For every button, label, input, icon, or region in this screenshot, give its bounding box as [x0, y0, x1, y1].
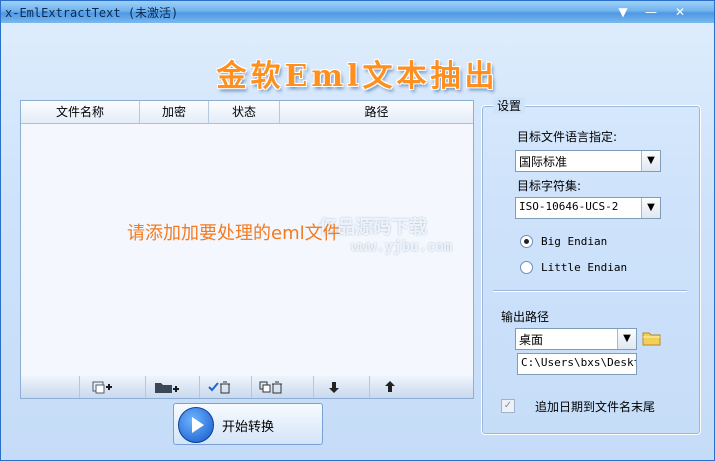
settings-divider — [493, 290, 687, 292]
file-list[interactable]: 文件名称 加密 状态 路径 亿品源码下载 www.yjbu.com 请添加加要处… — [20, 100, 474, 378]
start-convert-label: 开始转换 — [222, 420, 275, 435]
title-bar[interactable]: x-EmlExtractText (未激活) ▼ — ✕ — [1, 1, 714, 23]
delete-checked-button[interactable] — [199, 376, 240, 398]
add-file-button[interactable] — [79, 376, 120, 398]
column-header-status[interactable]: 状态 — [209, 101, 280, 123]
chevron-down-icon: ▼ — [641, 151, 660, 171]
append-date-label[interactable]: 追加日期到文件名末尾 — [535, 398, 655, 415]
delete-all-icon — [259, 381, 282, 394]
radio-selected-dot — [524, 239, 529, 244]
language-select[interactable]: 国际标准 ▼ — [515, 150, 661, 172]
chevron-down-icon: ▼ — [641, 198, 660, 218]
move-up-icon — [385, 381, 395, 392]
output-path-label: 输出路径 — [501, 310, 550, 324]
app-banner: 金软Eml文本抽出 — [216, 59, 499, 94]
delete-all-button[interactable] — [251, 376, 292, 398]
language-value: 国际标准 — [519, 155, 568, 169]
start-convert-button[interactable]: 开始转换 — [173, 403, 323, 445]
add-file-icon — [92, 381, 112, 394]
empty-list-hint: 请添加加要处理的eml文件 — [127, 223, 341, 244]
move-up-button[interactable] — [369, 376, 410, 398]
window-title: x-EmlExtractText (未激活) — [5, 6, 179, 20]
watermark-url: www.yjbu.com — [351, 239, 453, 255]
menu-icon[interactable]: ▼ — [613, 4, 633, 20]
delete-checked-icon — [208, 381, 230, 394]
add-folder-button[interactable] — [145, 376, 186, 398]
little-endian-radio[interactable] — [520, 261, 533, 274]
move-down-icon — [329, 382, 339, 393]
big-endian-label[interactable]: Big Endian — [541, 235, 607, 248]
file-list-header: 文件名称 加密 状态 路径 — [21, 101, 473, 124]
settings-title: 设置 — [493, 97, 526, 114]
big-endian-radio[interactable] — [520, 235, 533, 248]
column-header-encrypted[interactable]: 加密 — [140, 101, 209, 123]
charset-value: ISO-10646-UCS-2 — [519, 200, 619, 213]
list-toolbar — [20, 376, 474, 399]
app-window: x-EmlExtractText (未激活) ▼ — ✕ 金软Eml文本抽出 文… — [0, 0, 715, 461]
column-header-path[interactable]: 路径 — [280, 101, 473, 123]
output-path-value: 桌面 — [519, 333, 544, 347]
charset-select[interactable]: ISO-10646-UCS-2 ▼ — [515, 197, 661, 219]
output-path-select[interactable]: 桌面 ▼ — [515, 328, 637, 350]
append-date-checkbox[interactable]: ✓ — [501, 399, 515, 413]
move-down-button[interactable] — [313, 376, 354, 398]
add-folder-icon — [155, 383, 179, 393]
column-header-name[interactable]: 文件名称 — [21, 101, 140, 123]
output-path-input[interactable]: C:\Users\bxs\Desktc — [517, 353, 637, 375]
close-button[interactable]: ✕ — [670, 4, 690, 20]
play-icon — [178, 407, 214, 443]
little-endian-label[interactable]: Little Endian — [541, 261, 627, 274]
charset-label: 目标字符集: — [517, 179, 582, 193]
chevron-down-icon: ▼ — [617, 329, 636, 349]
language-label: 目标文件语言指定: — [517, 130, 618, 144]
output-path-text: C:\Users\bxs\Desktc — [521, 356, 637, 369]
browse-folder-button[interactable] — [641, 329, 663, 347]
minimize-button[interactable]: — — [641, 4, 661, 20]
folder-icon — [642, 332, 661, 346]
